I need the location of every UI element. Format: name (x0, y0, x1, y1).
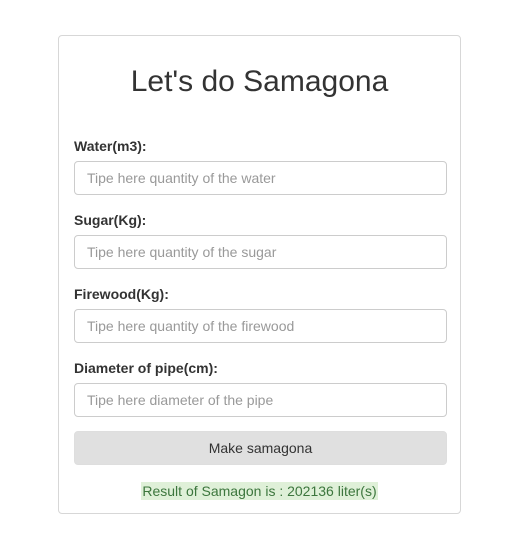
water-input[interactable] (74, 161, 447, 195)
result-container: Result of Samagon is : 202136 liter(s) (59, 482, 460, 501)
page-title: Let's do Samagona (130, 65, 389, 98)
make-samagona-button[interactable]: Make samagona (74, 431, 447, 465)
result-text: Result of Samagon is : 202136 liter(s) (141, 482, 378, 500)
water-label: Water(m3): (74, 138, 147, 154)
sugar-input[interactable] (74, 235, 447, 269)
pipe-diameter-input[interactable] (74, 383, 447, 417)
firewood-label: Firewood(Kg): (74, 286, 169, 302)
sugar-label: Sugar(Kg): (74, 212, 147, 228)
pipe-diameter-label: Diameter of pipe(cm): (74, 360, 218, 376)
firewood-input[interactable] (74, 309, 447, 343)
samagona-form-card: Let's do Samagona Water(m3): Sugar(Kg): … (58, 35, 461, 514)
